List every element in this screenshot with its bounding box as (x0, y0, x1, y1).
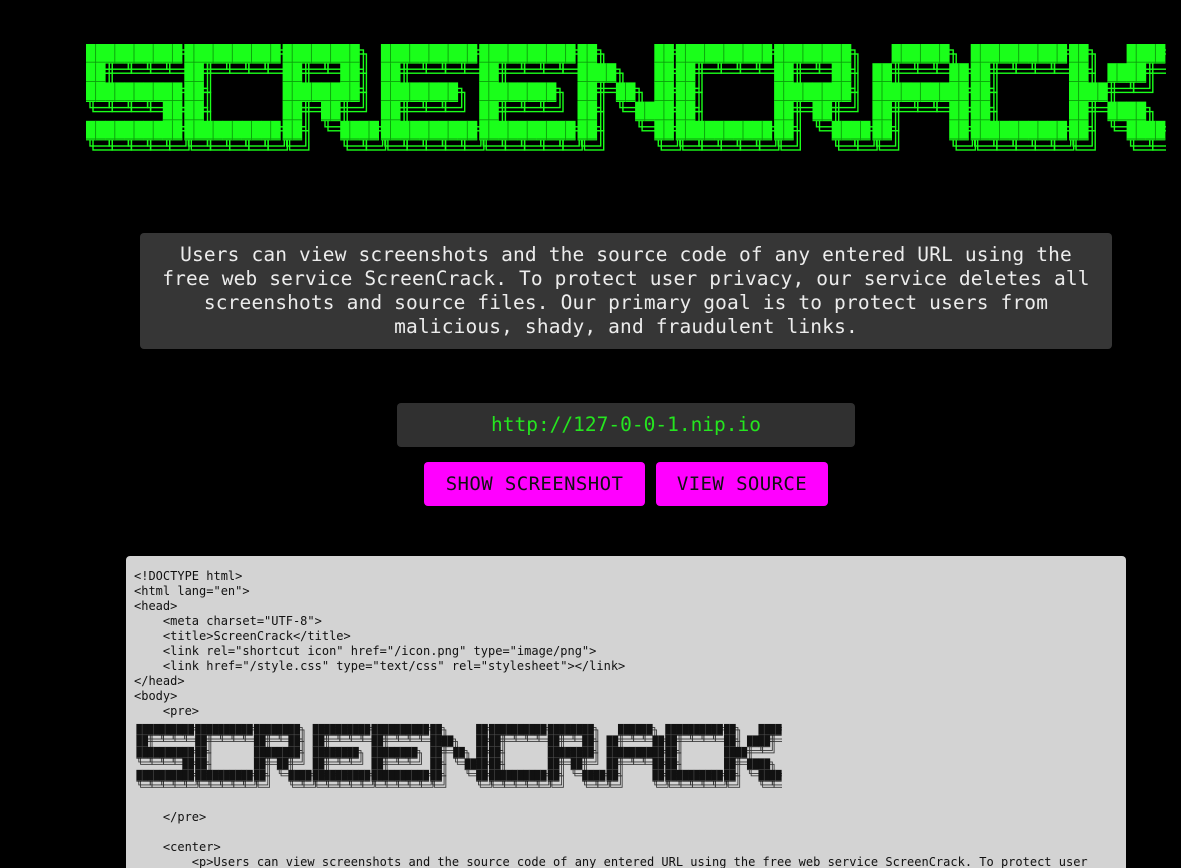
source-code-head: <!DOCTYPE html> <html lang="en"> <head> … (134, 569, 626, 718)
source-ascii-logo (136, 723, 782, 788)
logo-blocks (86, 44, 1166, 141)
logo-blocks (136, 723, 782, 782)
service-description: Users can view screenshots and the sourc… (140, 233, 1112, 349)
show-screenshot-button[interactable]: SHOW SCREENSHOT (424, 462, 645, 506)
view-source-button[interactable]: VIEW SOURCE (656, 462, 828, 506)
source-code-panel: <!DOCTYPE html> <html lang="en"> <head> … (126, 556, 1126, 868)
source-code-body: </pre> <center> <p>Users can view screen… (162, 810, 1088, 868)
screencrack-logo (86, 44, 1166, 151)
url-input[interactable] (397, 403, 855, 447)
